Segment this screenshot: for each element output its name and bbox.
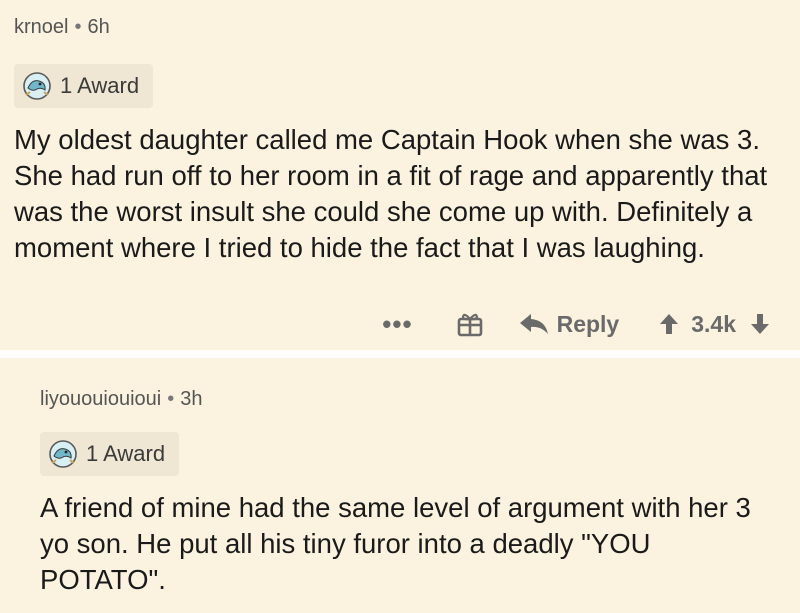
reply-comment: liyououiouioui • 3h 1 Award A friend of mi… (0, 350, 800, 613)
comment-actions: ••• Reply 3.4k (382, 302, 770, 346)
comment-author[interactable]: krnoel (14, 16, 68, 38)
award-icon (23, 72, 51, 100)
meta-separator: • (74, 16, 82, 38)
comment-meta: krnoel • 6h (14, 12, 800, 42)
award-label: 1 Award (60, 73, 140, 98)
upvote-arrow-icon[interactable] (659, 313, 679, 335)
award-badge[interactable]: 1 Award (14, 64, 154, 108)
vote-score: 3.4k (691, 310, 736, 337)
more-options-icon[interactable]: ••• (382, 311, 412, 337)
comment-body: My oldest daughter called me Captain Hoo… (14, 124, 768, 263)
meta-separator: • (167, 388, 175, 410)
award-label: 1 Award (86, 441, 166, 466)
downvote-arrow-icon[interactable] (750, 313, 770, 335)
award-icon (49, 440, 77, 468)
comment-author[interactable]: liyououiouioui (40, 388, 161, 410)
award-badge[interactable]: 1 Award (40, 432, 180, 476)
comment-age: 3h (180, 388, 203, 410)
comment-age: 6h (87, 16, 110, 38)
reply-button[interactable]: Reply (519, 310, 620, 338)
comment-body: A friend of mine had the same level of a… (40, 492, 751, 595)
reply-label: Reply (556, 310, 620, 337)
comment-meta: liyououiouioui • 3h (40, 384, 800, 414)
comment: krnoel • 6h 1 Award My oldest daughter cal… (0, 0, 800, 350)
gift-icon[interactable] (457, 311, 483, 337)
reply-arrow-icon (519, 314, 548, 334)
